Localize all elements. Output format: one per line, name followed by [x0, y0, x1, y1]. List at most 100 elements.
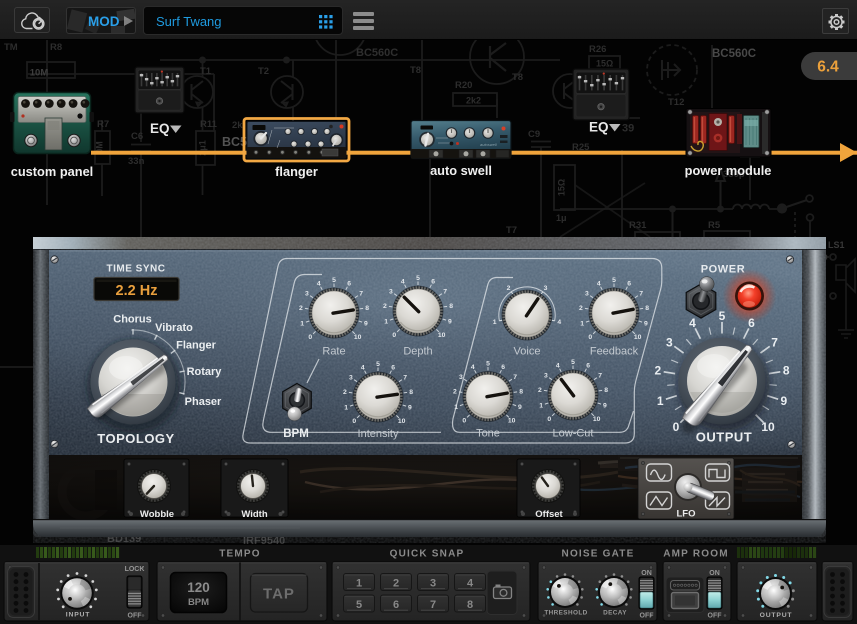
svg-text:Vibrato: Vibrato: [155, 322, 193, 334]
svg-text:DECAY: DECAY: [603, 610, 627, 617]
svg-text:R11: R11: [200, 119, 218, 130]
svg-text:Feedback: Feedback: [590, 346, 639, 358]
svg-text:10: 10: [438, 332, 446, 339]
svg-text:2: 2: [538, 387, 542, 394]
svg-text:Intensity: Intensity: [358, 428, 399, 440]
svg-text:EQ: EQ: [150, 121, 170, 136]
svg-text:9: 9: [448, 319, 452, 326]
svg-text:R20: R20: [455, 80, 472, 91]
svg-text:8: 8: [449, 303, 453, 310]
svg-text:2: 2: [453, 389, 457, 396]
svg-text:0: 0: [308, 334, 312, 341]
svg-text:10: 10: [634, 334, 642, 341]
svg-text:1μ: 1μ: [556, 213, 567, 223]
svg-text:power module: power module: [685, 163, 772, 178]
svg-text:8: 8: [783, 364, 790, 378]
svg-text:Phaser: Phaser: [185, 396, 222, 408]
svg-text:3: 3: [666, 336, 673, 350]
svg-text:OUTPUT: OUTPUT: [760, 612, 793, 619]
svg-text:TIME SYNC: TIME SYNC: [107, 264, 166, 275]
svg-text:10: 10: [761, 420, 775, 434]
svg-text:5: 5: [356, 599, 362, 611]
svg-text:7: 7: [430, 599, 436, 611]
svg-text:5: 5: [571, 359, 575, 366]
svg-text:4: 4: [689, 316, 696, 330]
svg-text:0: 0: [392, 332, 396, 339]
svg-text:7: 7: [443, 289, 447, 296]
svg-text:OFF: OFF: [640, 613, 655, 620]
svg-text:2: 2: [343, 389, 347, 396]
svg-text:10: 10: [354, 334, 362, 341]
svg-text:Depth: Depth: [403, 346, 432, 358]
svg-text:9: 9: [780, 394, 787, 408]
svg-text:6: 6: [391, 365, 395, 372]
svg-text:AMP ROOM: AMP ROOM: [663, 549, 729, 560]
svg-text:3: 3: [544, 373, 548, 380]
svg-text:2.2 Hz: 2.2 Hz: [116, 283, 158, 299]
svg-text:2: 2: [507, 285, 511, 292]
svg-text:BC560C: BC560C: [712, 48, 756, 60]
svg-text:2k: 2k: [232, 120, 243, 131]
svg-text:1: 1: [344, 405, 348, 412]
svg-text:4: 4: [471, 364, 475, 371]
svg-text:8: 8: [604, 387, 608, 394]
svg-text:8: 8: [365, 305, 369, 312]
svg-text:T8: T8: [512, 72, 523, 83]
svg-text:7: 7: [598, 373, 602, 380]
svg-text:2: 2: [579, 305, 583, 312]
svg-text:2: 2: [299, 305, 303, 312]
svg-text:15Ω: 15Ω: [557, 179, 567, 196]
svg-text:6: 6: [501, 364, 505, 371]
svg-text:Flanger: Flanger: [176, 340, 216, 352]
svg-text:auto swell: auto swell: [430, 163, 492, 178]
svg-text:9: 9: [408, 405, 412, 412]
svg-text:T7: T7: [506, 225, 517, 236]
svg-text:15Ω: 15Ω: [596, 59, 613, 69]
svg-text:10: 10: [593, 416, 601, 423]
svg-text:Offset: Offset: [535, 509, 563, 520]
svg-text:10: 10: [508, 418, 516, 425]
svg-text:3: 3: [430, 577, 436, 589]
svg-text:8: 8: [409, 389, 413, 396]
svg-text:3: 3: [305, 291, 309, 298]
svg-text:4: 4: [467, 577, 474, 589]
svg-text:1: 1: [657, 394, 664, 408]
svg-text:NOISE GATE: NOISE GATE: [562, 549, 635, 560]
svg-text:9: 9: [603, 403, 607, 410]
svg-text:1: 1: [454, 404, 458, 411]
svg-text:Chorus: Chorus: [113, 314, 152, 326]
svg-text:2: 2: [654, 364, 661, 378]
svg-text:OFF: OFF: [708, 613, 723, 620]
svg-text:QUICK SNAP: QUICK SNAP: [390, 549, 465, 560]
svg-text:6: 6: [393, 599, 399, 611]
svg-text:BC560C: BC560C: [356, 47, 398, 59]
svg-text:Width: Width: [241, 509, 267, 520]
svg-text:OFF: OFF: [128, 613, 143, 620]
svg-text:39: 39: [622, 123, 634, 135]
svg-text:5: 5: [332, 277, 336, 284]
svg-text:1: 1: [580, 321, 584, 328]
svg-text:9: 9: [644, 321, 648, 328]
svg-text:TM: TM: [4, 42, 18, 53]
svg-text:6: 6: [748, 316, 755, 330]
svg-text:Low-Cut: Low-Cut: [553, 428, 594, 440]
svg-text:BPM: BPM: [283, 428, 309, 440]
svg-text:T12: T12: [668, 97, 684, 108]
svg-text:2: 2: [383, 303, 387, 310]
svg-text:0: 0: [547, 416, 551, 423]
svg-text:Rotary: Rotary: [187, 366, 223, 378]
svg-text:6: 6: [431, 279, 435, 286]
svg-text:R8: R8: [50, 42, 62, 53]
svg-text:7: 7: [771, 336, 778, 350]
svg-text:33n: 33n: [128, 156, 145, 167]
svg-text:R5: R5: [708, 220, 721, 231]
svg-text:T2: T2: [258, 66, 269, 77]
svg-text:LOCK: LOCK: [125, 566, 145, 573]
svg-text:8: 8: [645, 305, 649, 312]
svg-text:3: 3: [349, 375, 353, 382]
svg-text:4: 4: [317, 281, 321, 288]
svg-text:7: 7: [513, 374, 517, 381]
svg-text:LS1: LS1: [828, 240, 845, 250]
svg-text:OUTPUT: OUTPUT: [696, 430, 752, 445]
svg-text:7: 7: [403, 375, 407, 382]
